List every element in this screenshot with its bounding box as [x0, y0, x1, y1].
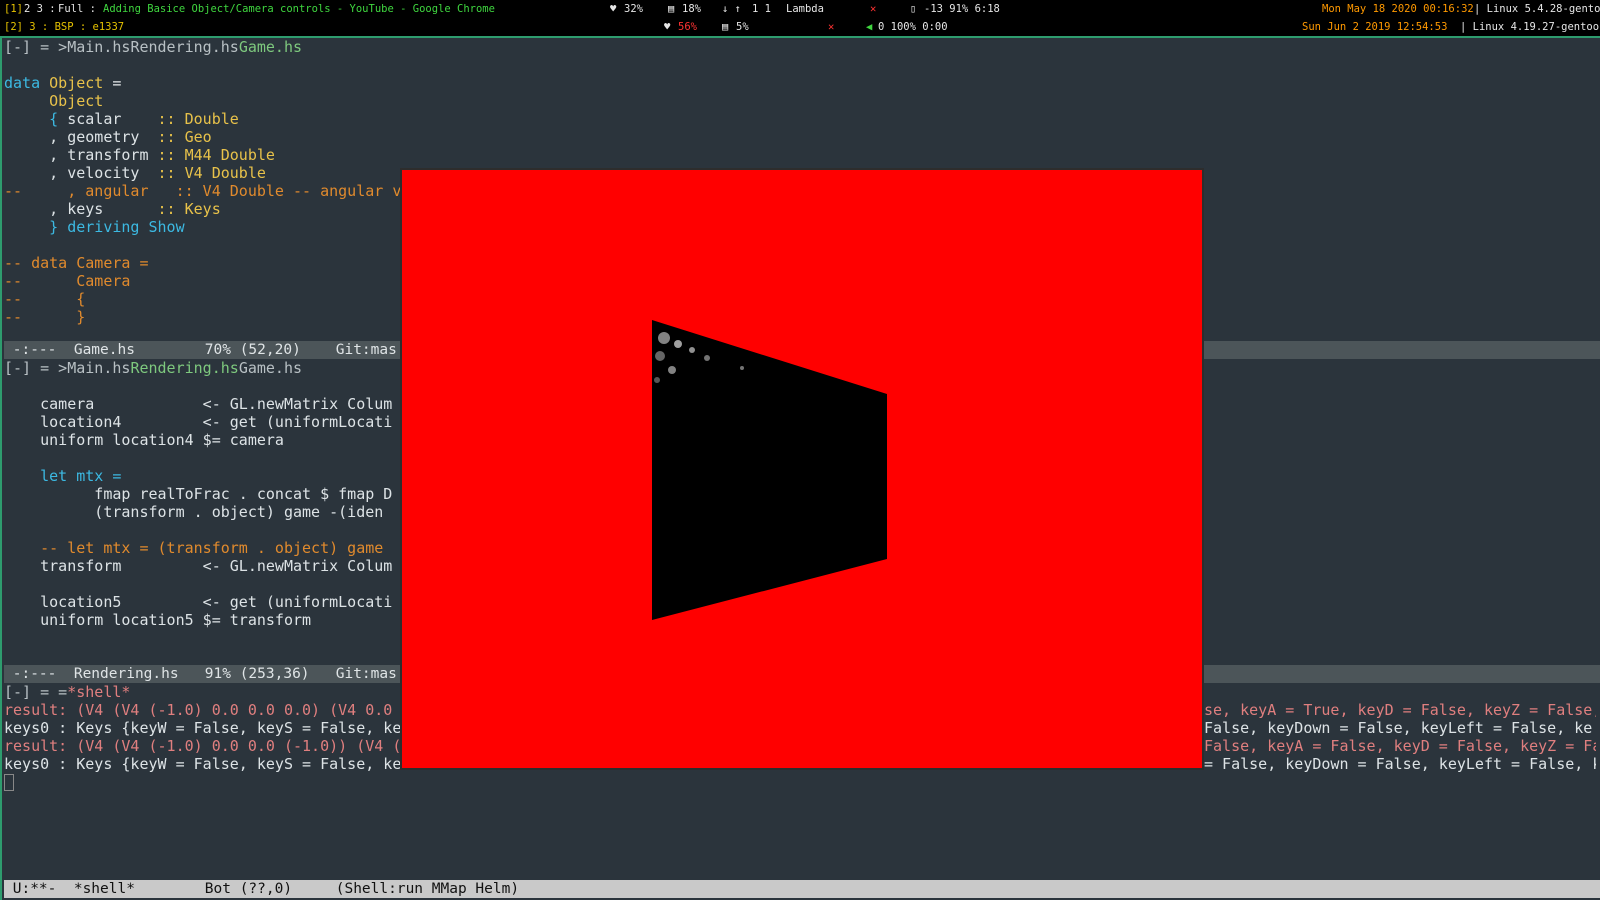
battery-icon: ▯	[910, 3, 917, 15]
workspace-info-2[interactable]: [2] 3 : BSP : e1337	[4, 18, 124, 36]
clock: Mon May 18 2020 00:16:32	[1322, 3, 1474, 15]
tab-game[interactable]: Game.hs	[239, 38, 302, 56]
shell-right-overflow: se, keyA = True, keyD = False, keyZ = Fa…	[1204, 701, 1596, 773]
memory-icon-2: ▤	[722, 21, 729, 33]
shell-output-right: False, keyDown = False, keyLeft = False,…	[1204, 719, 1593, 737]
workspace-list[interactable]: 2 3 :	[24, 0, 56, 18]
shell-output-right: False, keyA = False, keyD = False, keyZ …	[1204, 737, 1596, 755]
rendered-quad	[652, 320, 887, 620]
kernel-version-2: | Linux 4.19.27-gentoo-r	[1460, 21, 1600, 33]
render-canvas	[652, 320, 887, 620]
mute-icon-2: ✕	[828, 21, 835, 33]
wifi-name: Lambda	[786, 3, 824, 15]
volume-icon: ◀	[866, 21, 873, 33]
clock-2: Sun Jun 2 2019 12:54:53	[1302, 21, 1448, 33]
code-line: Object	[49, 92, 104, 110]
header-prefix: [-] = =	[4, 683, 68, 701]
tab-main[interactable]: Main.hs	[67, 359, 130, 377]
top-status-bar-1: [1] 2 3 : Full : Adding Basice Object/Ca…	[0, 0, 1600, 18]
cpu-usage: 32%	[624, 3, 643, 15]
cpu-usage-2: 56%	[678, 21, 697, 33]
network-arrows-icon: ↓ ↑	[722, 3, 741, 15]
tab-game[interactable]: Game.hs	[239, 359, 302, 377]
battery-status: -13 91% 6:18	[924, 3, 1000, 15]
shell-buffer-name[interactable]: *shell*	[67, 683, 130, 701]
workspace-indicator[interactable]: [1]	[4, 0, 23, 18]
tab-rendering[interactable]: Rendering.hs	[130, 359, 238, 377]
header-prefix: [-] = >	[4, 38, 68, 56]
kernel-version: | Linux 5.4.28-gentoo	[1474, 3, 1600, 15]
shell-output-right: se, keyA = True, keyD = False, keyZ = Fa…	[1204, 701, 1596, 719]
text-cursor	[4, 774, 14, 791]
mute-icon: ✕	[870, 3, 877, 15]
window-title: Adding Basice Object/Camera controls - Y…	[103, 3, 495, 15]
layout-label: Full :	[58, 3, 96, 15]
frame-border-left	[0, 36, 2, 900]
cpu-icon: ♥	[610, 3, 617, 15]
header-prefix: [-] = >	[4, 359, 68, 377]
shell-prompt-line[interactable]	[4, 773, 1600, 791]
memory-icon: ▤	[668, 3, 675, 15]
volume-status: 0 100% 0:00	[878, 21, 948, 33]
pane-header: [-] = >Main.hsRendering.hsGame.hs	[4, 38, 1600, 56]
cpu-icon-2: ♥	[664, 21, 671, 33]
code-line: , geometry :: Geo	[4, 128, 212, 146]
code-line: data Object =	[4, 74, 122, 92]
memory-usage: 18%	[682, 3, 701, 15]
code-line: , transform :: M44 Double	[4, 146, 275, 164]
top-status-bar-2: [2] 3 : BSP : e1337 ♥ 56% ▤ 5% ✕ ◀ 0 100…	[0, 18, 1600, 36]
tab-main[interactable]: Main.hs	[67, 38, 130, 56]
shell-output-right: = False, keyDown = False, keyLeft = Fals…	[1204, 755, 1596, 773]
modeline-shell[interactable]: U:**- *shell* Bot (??,0) (Shell:run MMap…	[4, 880, 1600, 898]
memory-usage-2: 5%	[736, 21, 749, 33]
code-line: { scalar :: Double	[49, 110, 239, 128]
network-traffic: 1 1	[752, 3, 771, 15]
tab-rendering[interactable]: Rendering.hs	[130, 38, 238, 56]
opengl-render-window[interactable]	[402, 170, 1202, 768]
